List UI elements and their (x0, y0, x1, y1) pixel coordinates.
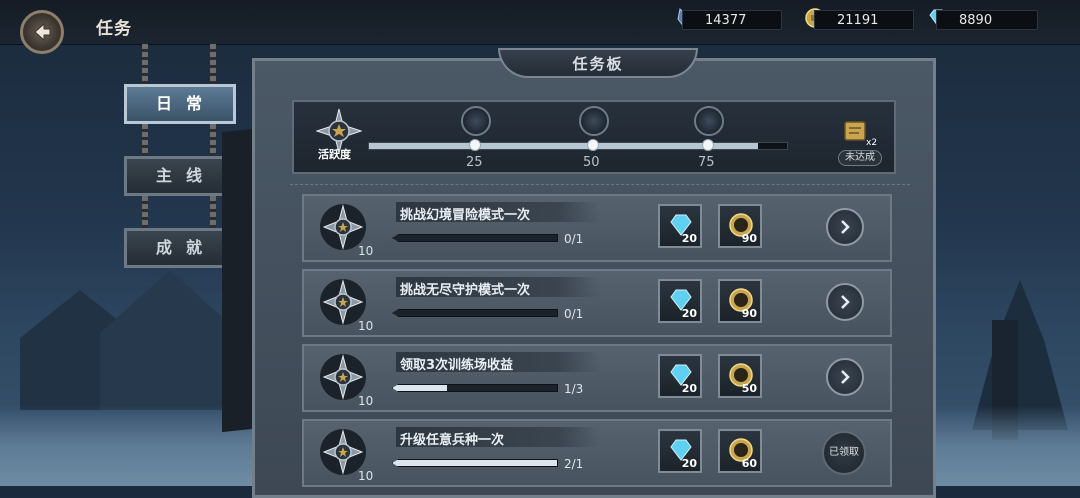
page-title: 任务 (96, 19, 132, 39)
reward-amount: 90 (741, 232, 757, 245)
reward-diamond[interactable]: 20 (658, 354, 702, 398)
diamond-counter: 8890 (936, 10, 1038, 30)
activity-progress-bar (368, 142, 788, 150)
go-button[interactable] (826, 208, 864, 246)
chevron-right-icon (841, 370, 850, 384)
quest-row: 10 挑战无尽守护模式一次 0/1 20 90 (302, 269, 892, 337)
quest-points: 10 (358, 244, 374, 258)
quest-points: 10 (358, 319, 374, 333)
quest-row: 10 领取3次训练场收益 1/3 20 50 (302, 344, 892, 412)
chevron-right-icon (841, 220, 850, 234)
milestone-gem-icon[interactable] (461, 106, 491, 136)
activity-label: 活跃度 (318, 148, 351, 161)
top-bar (0, 0, 1080, 45)
reward-amount: 20 (681, 382, 697, 395)
activity-status-badge: 未达成 (838, 150, 882, 166)
quest-progress-fill (393, 385, 448, 391)
reward-amount: 20 (681, 457, 697, 470)
reward-diamond[interactable]: 20 (658, 429, 702, 473)
reward-exp[interactable]: 90 (718, 279, 762, 323)
claimed-badge: 已领取 (822, 431, 866, 475)
milestone-value: 75 (698, 155, 715, 170)
gold-counter: 21191 (814, 10, 914, 30)
quest-row: 10 升级任意兵种一次 2/1 20 60 已领取 (302, 419, 892, 487)
milestone-gem-icon[interactable] (694, 106, 724, 136)
chevron-right-icon (841, 295, 850, 309)
quest-progress-text: 0/1 (564, 232, 584, 246)
quest-points: 10 (358, 394, 374, 408)
reward-diamond[interactable]: 20 (658, 204, 702, 248)
milestone-value: 50 (583, 155, 600, 170)
reward-amount: 50 (741, 382, 757, 395)
milestone-marker (469, 139, 481, 151)
quest-progress-text: 0/1 (564, 307, 584, 321)
quest-title: 挑战幻境冒险模式一次 (400, 208, 531, 223)
reward-amount: 20 (681, 307, 697, 320)
quest-points: 10 (358, 469, 374, 483)
reward-exp[interactable]: 90 (718, 204, 762, 248)
quest-title: 升级任意兵种一次 (400, 433, 505, 448)
board-title: 任务板 (498, 48, 698, 78)
activity-progress-fill (369, 143, 758, 149)
tab-daily[interactable]: 日常 (124, 84, 236, 124)
tab-main-story[interactable]: 主线 (124, 156, 236, 196)
chain (210, 44, 216, 254)
quest-progress-text: 1/3 (564, 382, 584, 396)
go-button[interactable] (826, 283, 864, 321)
reward-amount: 90 (741, 307, 757, 320)
milestone-marker (587, 139, 599, 151)
milestone-value: 25 (466, 155, 483, 170)
reward-exp[interactable]: 50 (718, 354, 762, 398)
quest-title: 领取3次训练场收益 (400, 358, 514, 373)
crystal-counter: 14377 (682, 10, 782, 30)
back-arrow-icon (34, 22, 51, 42)
quest-title: 挑战无尽守护模式一次 (400, 283, 531, 298)
go-button[interactable] (826, 358, 864, 396)
tab-achievements[interactable]: 成就 (124, 228, 236, 268)
background-house (100, 270, 240, 410)
reward-multiplier: x2 (866, 138, 878, 148)
reward-diamond[interactable]: 20 (658, 279, 702, 323)
chain (142, 44, 148, 254)
milestone-gem-icon[interactable] (579, 106, 609, 136)
quest-progress-fill (393, 460, 557, 466)
milestone-marker (702, 139, 714, 151)
quest-progress-bar (392, 234, 558, 242)
quest-progress-bar (392, 384, 558, 392)
quest-progress-bar (392, 309, 558, 317)
back-button[interactable] (20, 10, 64, 54)
divider (290, 184, 910, 185)
quest-progress-text: 2/1 (564, 457, 584, 471)
reward-amount: 60 (741, 457, 757, 470)
quest-progress-bar (392, 459, 558, 467)
reward-exp[interactable]: 60 (718, 429, 762, 473)
reward-amount: 20 (681, 232, 697, 245)
quest-row: 10 挑战幻境冒险模式一次 0/1 20 90 (302, 194, 892, 262)
